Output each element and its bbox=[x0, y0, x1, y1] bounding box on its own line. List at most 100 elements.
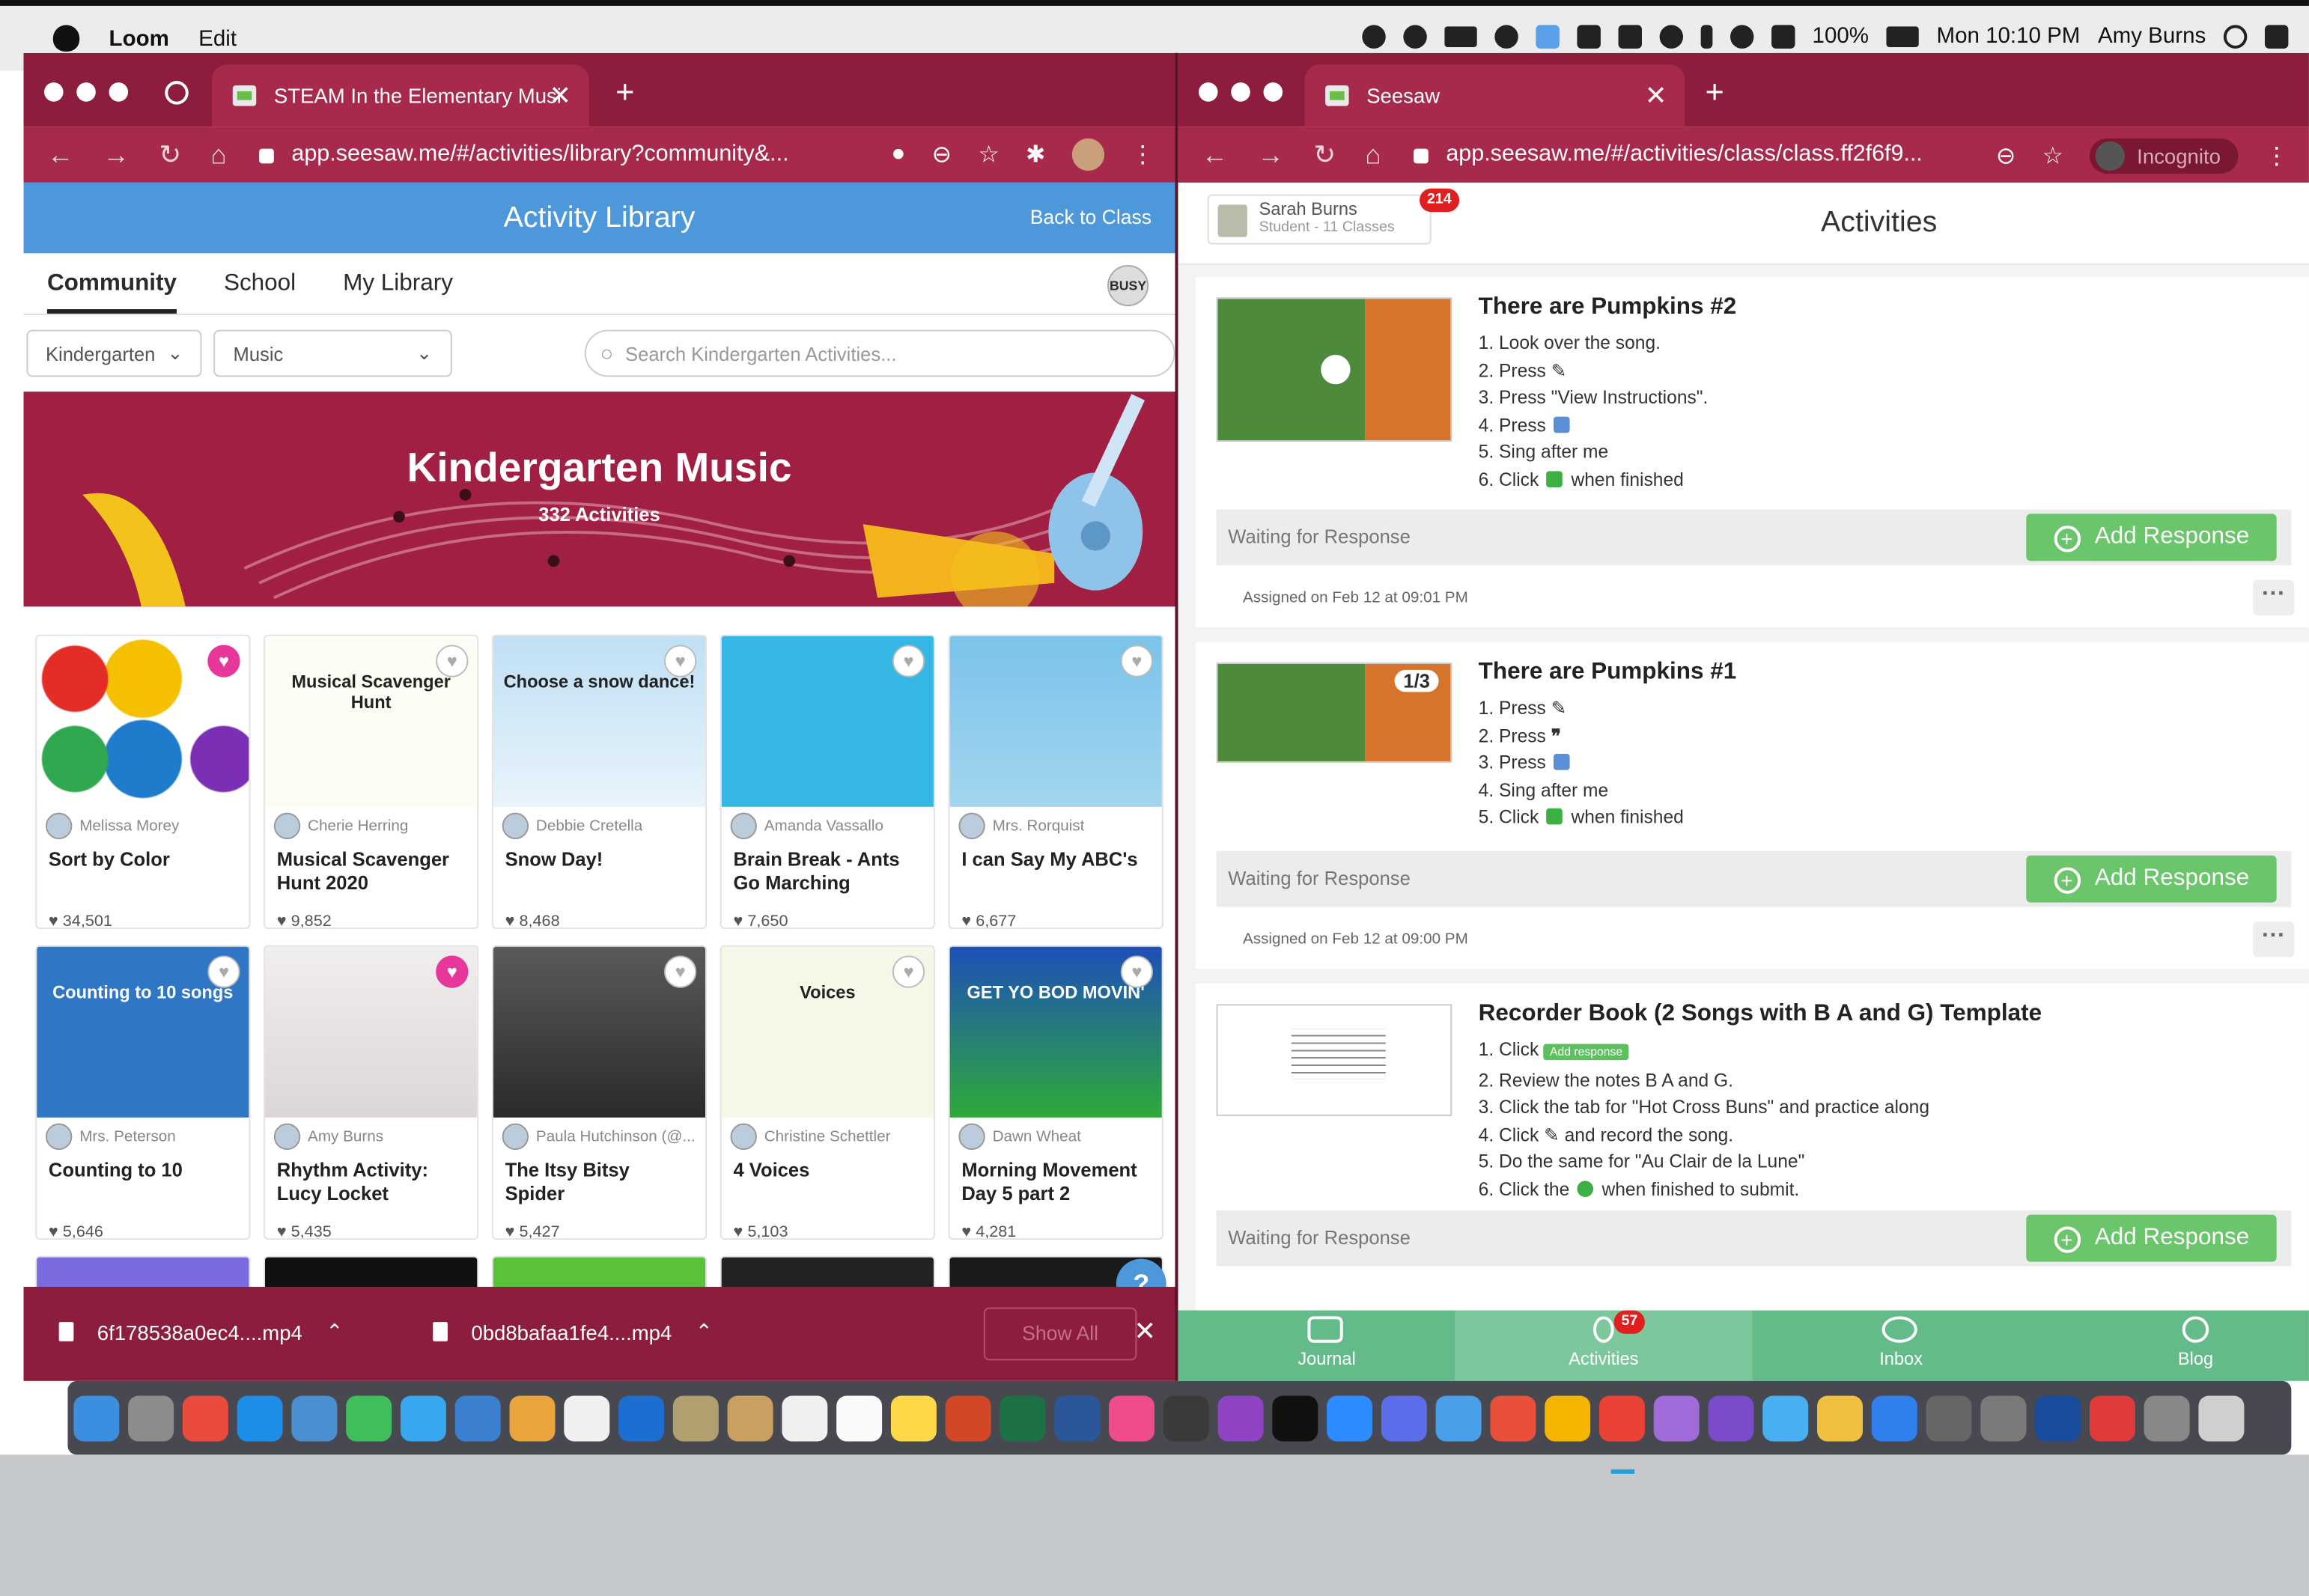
download-item-2[interactable]: 0bd8bafaa1fe4....mp4 ⌃ bbox=[433, 1319, 713, 1344]
activity-thumbnail[interactable]: ♥ bbox=[721, 636, 934, 807]
back-icon[interactable]: ← bbox=[1202, 139, 1228, 170]
accessibility-icon[interactable] bbox=[1658, 24, 1683, 48]
forward-icon[interactable]: → bbox=[103, 139, 130, 170]
dock-app-icon[interactable] bbox=[346, 1395, 392, 1441]
dock-app-icon[interactable] bbox=[128, 1395, 174, 1441]
dock-app-icon[interactable] bbox=[2144, 1395, 2190, 1441]
activity-thumbnail[interactable]: 1/3 bbox=[1216, 663, 1452, 763]
dock-app-icon[interactable] bbox=[237, 1395, 283, 1441]
dock-app-icon[interactable] bbox=[2035, 1395, 2081, 1441]
window-controls[interactable] bbox=[1198, 82, 1283, 102]
menu-kebab-icon[interactable]: ⋮ bbox=[1131, 140, 1154, 169]
dock-app-icon[interactable] bbox=[1598, 1395, 1645, 1441]
zoom-icon[interactable]: ⊖ bbox=[932, 140, 952, 169]
url-field[interactable]: app.seesaw.me/#/activities/library?commu… bbox=[259, 141, 789, 168]
dock-app-icon[interactable] bbox=[1217, 1395, 1264, 1441]
zoom-icon[interactable]: ⊖ bbox=[1996, 141, 2016, 171]
dock-app-icon[interactable] bbox=[509, 1395, 556, 1441]
activity-card[interactable]: Musical Scavenger Hunt ♥ Cherie Herring Mus… bbox=[264, 634, 479, 930]
wifi-icon[interactable] bbox=[1730, 24, 1753, 48]
globe-icon[interactable] bbox=[165, 81, 189, 105]
extensions-icon[interactable]: ✱ bbox=[1026, 140, 1045, 169]
dock-app-icon[interactable] bbox=[400, 1395, 446, 1441]
chevron-up-icon[interactable]: ⌃ bbox=[326, 1319, 343, 1344]
sync-icon[interactable] bbox=[1535, 24, 1560, 48]
m-icon[interactable] bbox=[1617, 24, 1642, 48]
activity-thumbnail[interactable]: ♥ bbox=[949, 636, 1162, 807]
reload-icon[interactable]: ↻ bbox=[1313, 139, 1336, 170]
favorite-heart-icon[interactable]: ♥ bbox=[892, 645, 925, 677]
activity-card[interactable]: Choose a snow dance! ♥ Debbie Cretella Snow… bbox=[491, 634, 708, 930]
home-icon[interactable]: ⌂ bbox=[1365, 139, 1381, 170]
apple-icon[interactable] bbox=[52, 25, 80, 52]
favorite-heart-icon[interactable]: ♥ bbox=[207, 645, 240, 677]
gear-status-icon[interactable] bbox=[1402, 24, 1427, 48]
dock-app-icon[interactable] bbox=[1054, 1395, 1101, 1441]
tab-steam[interactable]: STEAM In the Elementary Musi ✕ bbox=[212, 64, 589, 127]
activity-card[interactable]: GET YO BOD MOVIN' ♥ Dawn Wheat Morning Move… bbox=[948, 945, 1163, 1240]
favorite-heart-icon[interactable]: ♥ bbox=[892, 955, 925, 988]
dock-app-icon[interactable] bbox=[890, 1395, 937, 1441]
close-tab-icon[interactable]: ✕ bbox=[549, 80, 571, 111]
search-icon[interactable] bbox=[2223, 24, 2248, 48]
activity-thumbnail[interactable]: Counting to 10 songs ♥ bbox=[37, 946, 249, 1118]
dock-app-icon[interactable] bbox=[618, 1395, 665, 1441]
tab-community[interactable]: Community bbox=[46, 270, 177, 313]
more-options-button[interactable]: ··· bbox=[2253, 579, 2295, 616]
back-to-class-link[interactable]: Back to Class bbox=[1030, 183, 1152, 253]
activity-card[interactable]: Counting to 10 songs ♥ Mrs. Peterson Counti… bbox=[35, 945, 251, 1240]
dock-app-icon[interactable] bbox=[1000, 1395, 1046, 1441]
download-item-1[interactable]: 6f178538a0ec4....mp4 ⌃ bbox=[58, 1319, 343, 1344]
clock[interactable]: Mon 10:10 PM bbox=[1936, 23, 2080, 48]
nav-activities[interactable]: 57 Activities bbox=[1455, 1310, 1753, 1381]
activity-card[interactable]: ♥ Amanda Vassallo Brain Break - Ants Go Ma… bbox=[720, 634, 935, 930]
dock-app-icon[interactable] bbox=[2089, 1395, 2135, 1441]
dock-app-icon[interactable] bbox=[1272, 1395, 1318, 1441]
dock-app-icon[interactable] bbox=[1708, 1395, 1754, 1441]
nav-inbox[interactable]: Inbox bbox=[1752, 1310, 2049, 1380]
close-tab-icon[interactable]: ✕ bbox=[1645, 80, 1667, 111]
add-response-button[interactable]: + Add Response bbox=[2026, 855, 2277, 903]
battery-icon[interactable] bbox=[1886, 25, 1919, 46]
activity-thumbnail[interactable]: Voices ♥ bbox=[721, 946, 934, 1118]
dock-app-icon[interactable] bbox=[1762, 1395, 1809, 1441]
reload-icon[interactable]: ↻ bbox=[159, 139, 181, 170]
dock-app-icon[interactable] bbox=[1327, 1395, 1373, 1441]
dock-app-icon[interactable] bbox=[1545, 1395, 1591, 1441]
star-icon[interactable]: ☆ bbox=[2042, 141, 2063, 171]
menu-kebab-icon[interactable]: ⋮ bbox=[2265, 141, 2288, 171]
nav-blog[interactable]: Blog bbox=[2047, 1310, 2309, 1380]
activity-thumbnail[interactable]: GET YO BOD MOVIN' ♥ bbox=[949, 946, 1162, 1118]
dock-app-icon[interactable] bbox=[672, 1395, 719, 1441]
forward-icon[interactable]: → bbox=[1258, 139, 1284, 170]
favorite-heart-icon[interactable]: ♥ bbox=[664, 645, 697, 677]
activity-thumbnail[interactable] bbox=[1216, 297, 1452, 442]
activity-card[interactable]: ♥ Melissa Morey Sort by Color ♥ 34,501 bbox=[35, 634, 251, 930]
new-tab-icon[interactable]: + bbox=[1706, 73, 1724, 112]
activity-thumbnail[interactable]: ♥ bbox=[37, 636, 249, 807]
add-response-button[interactable]: + Add Response bbox=[2026, 514, 2277, 561]
new-tab-icon[interactable]: + bbox=[615, 73, 634, 112]
back-icon[interactable]: ← bbox=[47, 139, 73, 170]
mic-icon[interactable]: ● bbox=[891, 141, 905, 168]
dock-app-icon[interactable] bbox=[1871, 1395, 1917, 1441]
printer-icon[interactable] bbox=[1576, 24, 1601, 48]
menu-edit[interactable]: Edit bbox=[198, 25, 237, 50]
activity-card[interactable]: ♥ Paula Hutchinson (@... The Itsy Bitsy Sp… bbox=[491, 945, 708, 1240]
dock-app-icon[interactable] bbox=[564, 1395, 610, 1441]
dock-app-icon[interactable] bbox=[1980, 1395, 2027, 1441]
app-menu-loom[interactable]: Loom bbox=[109, 25, 169, 50]
dock-app-icon[interactable] bbox=[1817, 1395, 1864, 1441]
dock-app-icon[interactable] bbox=[1109, 1395, 1154, 1441]
nav-journal[interactable]: Journal bbox=[1178, 1310, 1475, 1380]
star-icon[interactable]: ☆ bbox=[978, 140, 999, 169]
location-icon[interactable] bbox=[1361, 24, 1386, 48]
incognito-badge[interactable]: Incognito bbox=[2090, 138, 2239, 174]
dock-app-icon[interactable] bbox=[1163, 1395, 1209, 1441]
tab-seesaw[interactable]: Seesaw ✕ bbox=[1304, 64, 1685, 127]
dock-app-icon[interactable] bbox=[782, 1395, 828, 1441]
activity-thumbnail[interactable]: ♥ bbox=[493, 946, 706, 1118]
tab-my-library[interactable]: My Library bbox=[343, 270, 453, 296]
wd-icon[interactable] bbox=[1443, 25, 1477, 46]
window-controls[interactable] bbox=[44, 82, 129, 102]
